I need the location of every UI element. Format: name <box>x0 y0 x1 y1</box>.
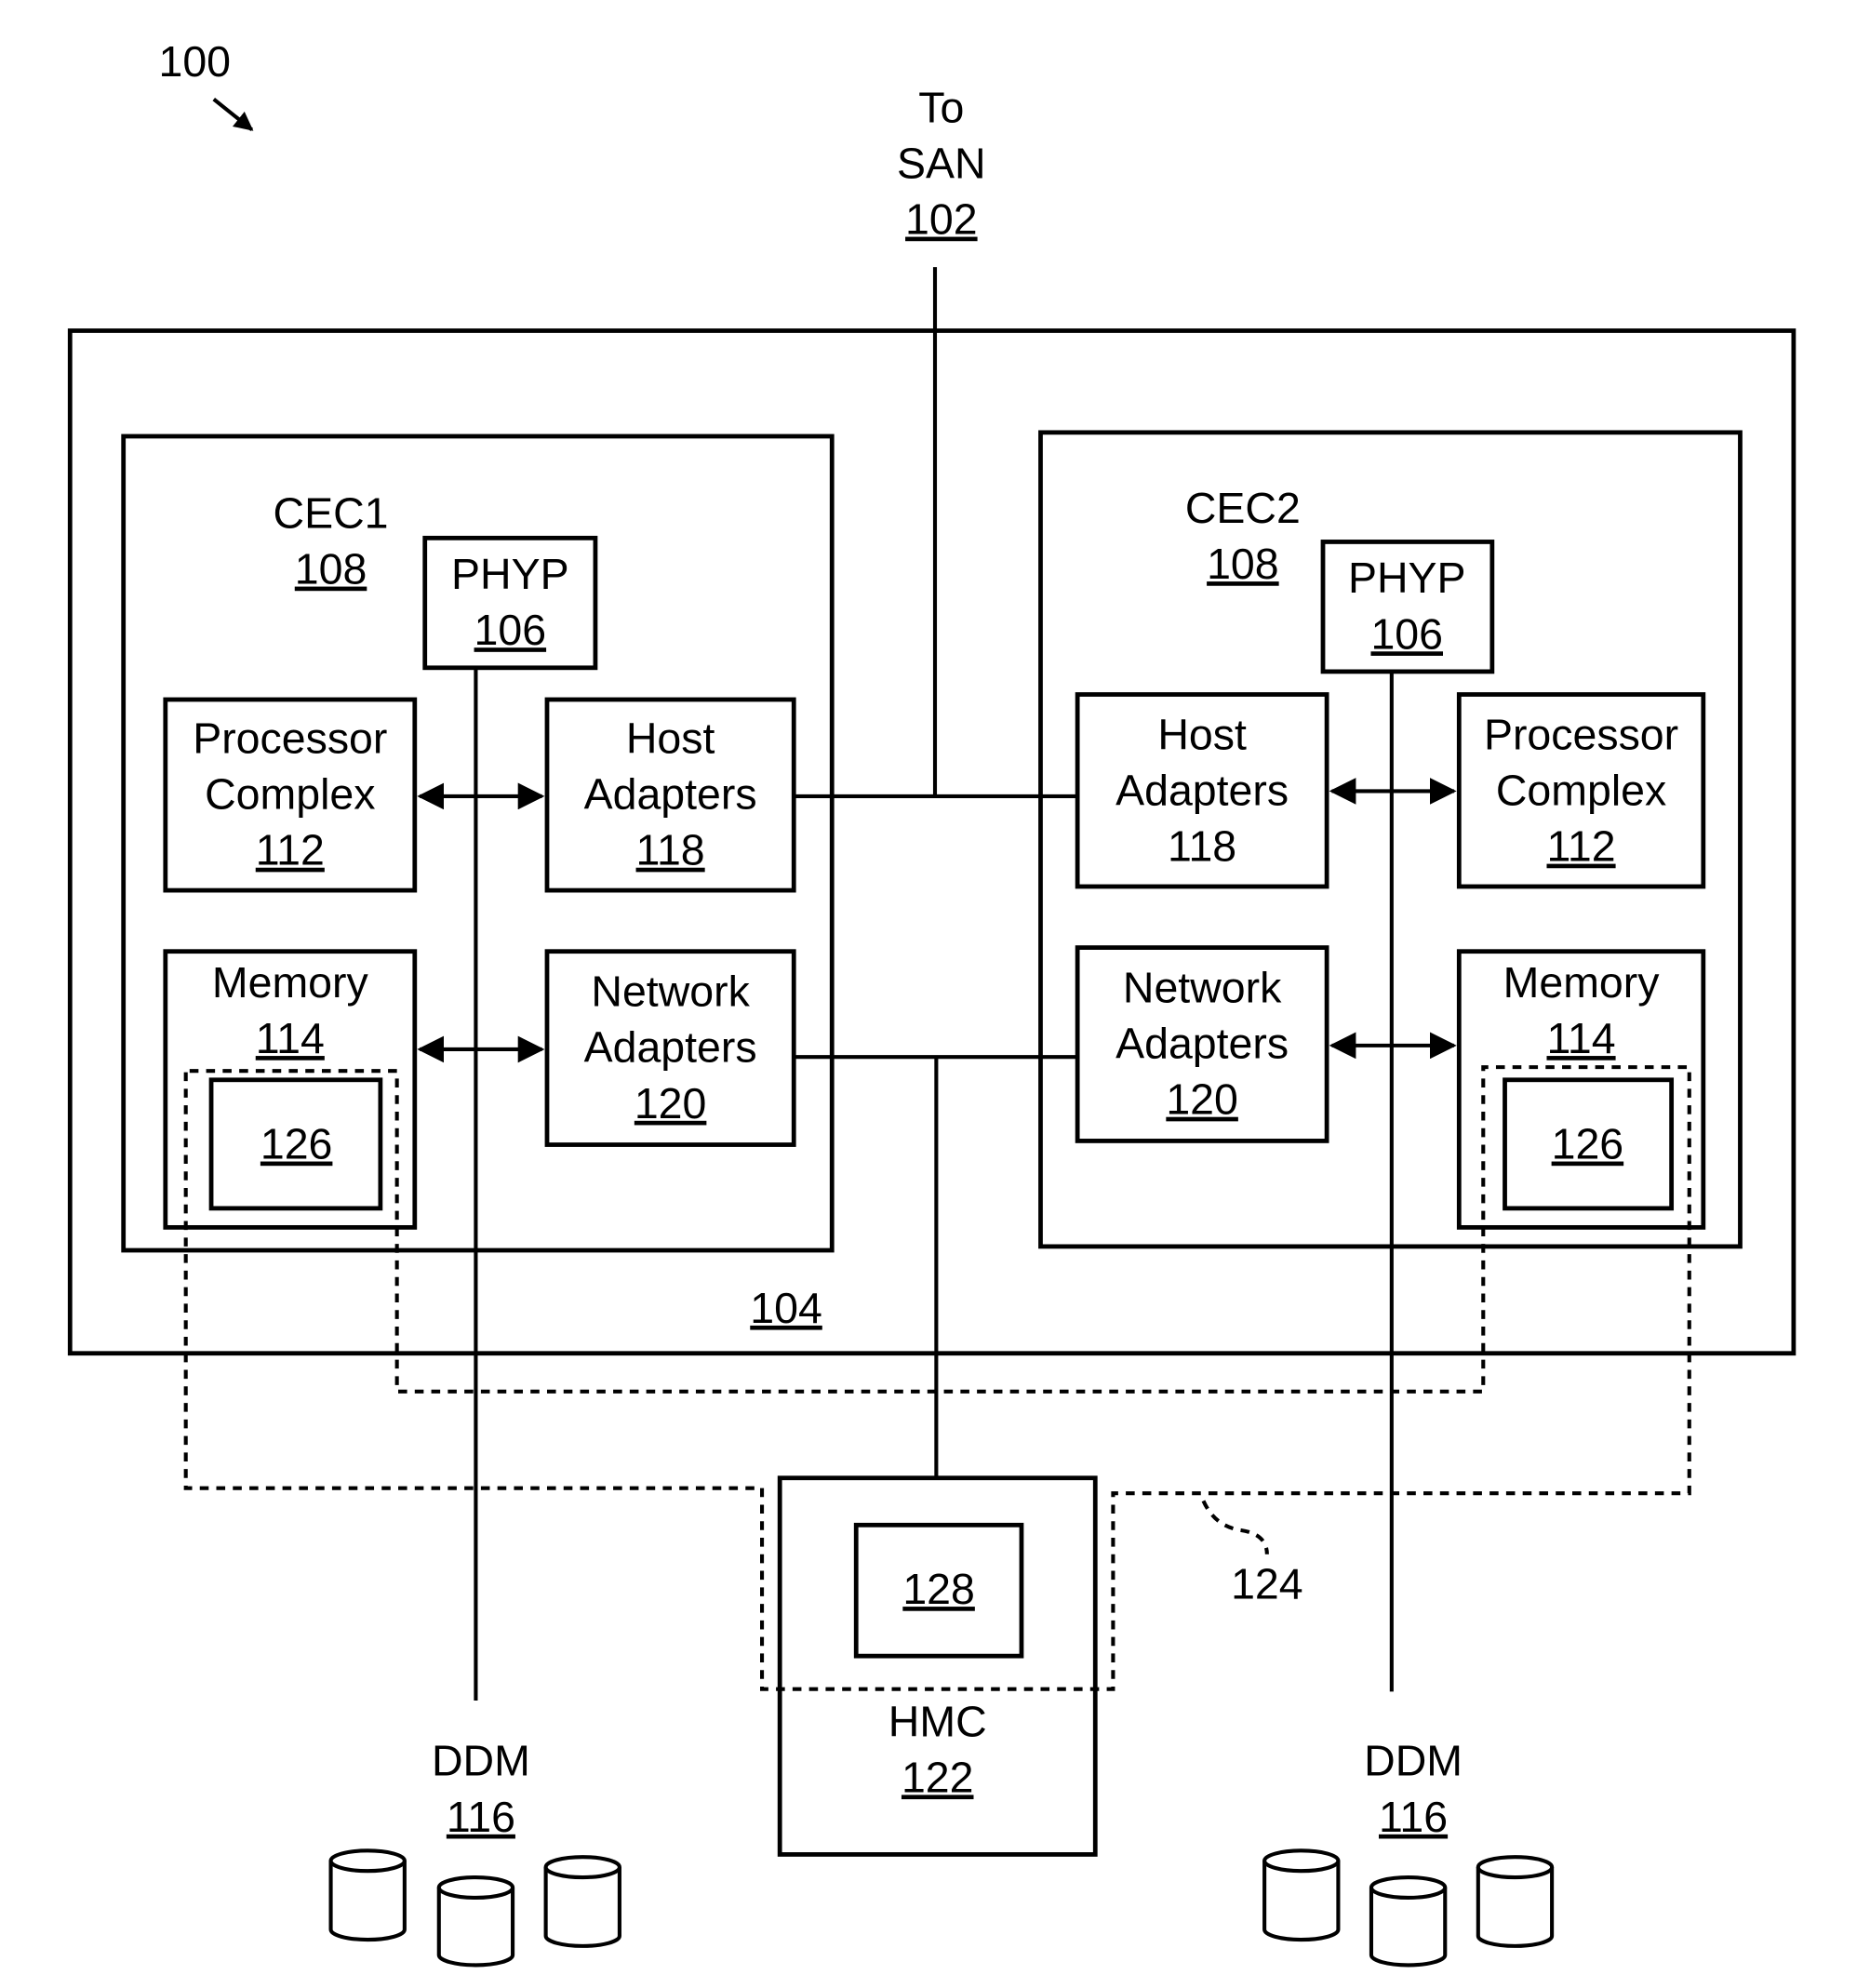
cec1-processor-line1: Processor <box>193 714 387 762</box>
cec2-processor-line2: Complex <box>1496 766 1666 814</box>
cec2-126-ref: 126 <box>1552 1120 1624 1168</box>
hmc-ref: 122 <box>902 1753 974 1801</box>
cec2-network-ref: 120 <box>1166 1075 1238 1124</box>
figure-ref: 100 <box>158 37 231 86</box>
cec2-host-line2: Adapters <box>1115 766 1289 814</box>
ddm-right-label: DDM <box>1364 1737 1463 1785</box>
disk-icon <box>436 1875 515 1968</box>
cec1-title: CEC1 <box>274 488 389 537</box>
ddm-left-label: DDM <box>432 1737 530 1785</box>
cec2-title: CEC2 <box>1185 484 1301 532</box>
cec2-network-line1: Network <box>1123 963 1282 1011</box>
disk-icon <box>543 1855 621 1948</box>
san-label-line1: To <box>918 83 964 131</box>
cec1-host-ref: 118 <box>636 826 705 874</box>
cec1-memory-label: Memory <box>212 958 369 1007</box>
cec1-network-line1: Network <box>591 967 750 1015</box>
cec1-network-ref: 120 <box>634 1079 707 1127</box>
cec2-phyp-label: PHYP <box>1348 554 1466 602</box>
hmc-label: HMC <box>888 1697 987 1745</box>
cec1-phyp-ref: 106 <box>474 606 547 654</box>
cec1-processor-line2: Complex <box>205 770 375 819</box>
ddm-left-disks <box>328 1848 621 1968</box>
cec1-ref: 108 <box>295 545 367 594</box>
figure-ref-arrow <box>212 98 254 132</box>
ddm-left-ref: 116 <box>447 1793 515 1841</box>
cec1-host-line1: Host <box>626 714 715 762</box>
cec1-processor-ref: 112 <box>256 826 325 874</box>
san-label-line2: SAN <box>897 139 986 187</box>
link-124-leader <box>1201 1500 1269 1554</box>
ddm-right-ref: 116 <box>1379 1793 1448 1841</box>
cec1-network-line2: Adapters <box>584 1023 757 1072</box>
hmc-128-ref: 128 <box>902 1565 975 1613</box>
link-124-ref: 124 <box>1231 1560 1303 1608</box>
system-diagram: 100 To SAN 102 104 CEC1 108 PHYP 106 Pro… <box>67 37 1797 1968</box>
cec2-processor-ref: 112 <box>1547 822 1616 871</box>
cec2-host-ref: 118 <box>1168 822 1236 871</box>
cec2-memory-ref: 114 <box>1547 1014 1616 1062</box>
cec2-processor-line1: Processor <box>1484 710 1678 758</box>
cec1-host-line2: Adapters <box>584 770 757 819</box>
disk-icon <box>328 1848 407 1942</box>
cec2-ref: 108 <box>1207 540 1279 588</box>
disk-icon <box>1262 1848 1341 1942</box>
san-ref: 102 <box>905 195 978 244</box>
cec2-host-line1: Host <box>1157 710 1247 758</box>
cec1-memory-ref: 114 <box>256 1014 325 1062</box>
cec1-phyp-label: PHYP <box>451 550 569 598</box>
cec1-126-ref: 126 <box>260 1120 333 1168</box>
ddm-right-disks <box>1262 1848 1555 1968</box>
cec2-memory-label: Memory <box>1503 958 1661 1007</box>
disk-icon <box>1476 1855 1555 1948</box>
enclosure-ref: 104 <box>750 1284 822 1332</box>
cec2-phyp-ref: 106 <box>1370 609 1443 658</box>
cec2-network-line2: Adapters <box>1115 1020 1289 1068</box>
disk-icon <box>1369 1875 1448 1968</box>
